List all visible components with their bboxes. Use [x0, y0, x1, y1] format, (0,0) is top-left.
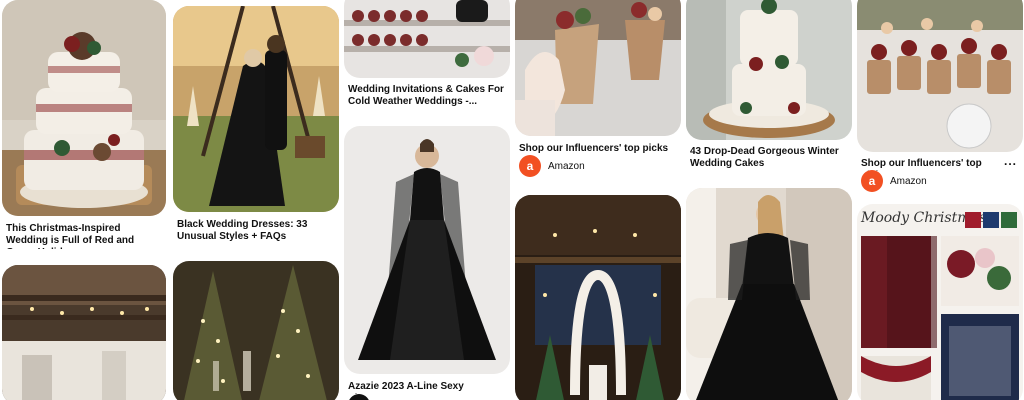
- pin-image-sponsored-party-treats[interactable]: [857, 0, 1023, 152]
- pin-image-sponsored-treat-cups[interactable]: [515, 0, 681, 136]
- creator-avatar[interactable]: [348, 394, 370, 400]
- pin-image-off-shoulder-black-gown[interactable]: [686, 188, 852, 400]
- pin-title[interactable]: Wedding Invitations & Cakes For Cold Wea…: [348, 84, 506, 110]
- pin-image-cupcakes-cake[interactable]: [344, 0, 510, 78]
- pin-image-christmas-tree-lights[interactable]: [173, 261, 339, 400]
- sponsor-row[interactable]: a Amazon: [861, 170, 927, 192]
- pin-image-moody-christmas-moodboard[interactable]: Moody Christmas: [857, 204, 1023, 400]
- pin-image-black-wedding-dress-couple[interactable]: [173, 6, 339, 212]
- pin-title[interactable]: This Christmas-Inspired Wedding is Full …: [6, 223, 162, 249]
- more-options-button[interactable]: ...: [1004, 154, 1017, 168]
- amazon-logo-icon: a: [519, 155, 541, 177]
- pin-image-barn-ceremony-arch[interactable]: [515, 195, 681, 400]
- pin-image-drip-winter-cake[interactable]: [686, 0, 852, 140]
- pin-title[interactable]: 43 Drop-Dead Gorgeous Winter Wedding Cak…: [690, 146, 848, 172]
- pin-image-black-gown-model[interactable]: [344, 126, 510, 374]
- amazon-logo-icon: a: [861, 170, 883, 192]
- pin-title[interactable]: Azazie 2023 A-Line Sexy Elegant...: [348, 381, 506, 394]
- brand-name: Amazon: [548, 160, 585, 172]
- pin-image-christmas-wedding-cake[interactable]: [2, 0, 166, 216]
- brand-name: Amazon: [890, 175, 927, 187]
- pin-title[interactable]: Black Wedding Dresses: 33 Unusual Styles…: [177, 219, 335, 245]
- sponsor-row[interactable]: a Amazon: [519, 155, 585, 177]
- pin-image-rustic-venue[interactable]: [2, 265, 166, 400]
